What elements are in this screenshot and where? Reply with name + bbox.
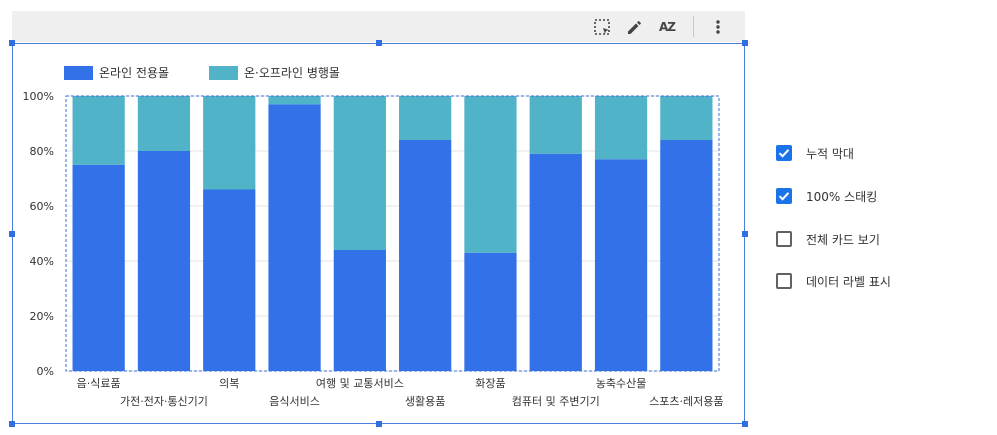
option-label: 100% 스태킹: [806, 189, 878, 204]
option-1[interactable]: 누적 막대: [776, 143, 854, 163]
option-2[interactable]: 100% 스태킹: [776, 186, 877, 206]
x-tick-label: 음식서비스: [269, 395, 320, 408]
bar-segment: [464, 252, 517, 371]
bar-segment: [594, 96, 648, 160]
bar-segment: [660, 140, 713, 371]
checkbox-checked-icon[interactable]: [776, 145, 792, 161]
bar-segment: [399, 96, 452, 140]
option-label: 누적 막대: [806, 146, 854, 161]
bar-segment: [594, 159, 648, 371]
bar-segment: [72, 164, 125, 371]
legend-label: 온라인 전용몰: [99, 66, 169, 80]
y-tick-label: 60%: [30, 200, 54, 213]
bar-segment: [529, 153, 582, 371]
legend-swatch: [209, 66, 238, 80]
bar-segment: [268, 104, 321, 371]
checkbox-checked-icon[interactable]: [776, 188, 792, 204]
checkbox-unchecked-icon[interactable]: [776, 231, 792, 247]
bar-segment: [399, 140, 452, 371]
bar-segment: [137, 151, 191, 371]
bar-segment: [464, 96, 517, 253]
option-label: 전체 카드 보기: [806, 232, 880, 247]
bar-segment: [660, 96, 713, 140]
y-tick-label: 80%: [30, 145, 54, 158]
bar-segment: [333, 96, 386, 250]
option-3[interactable]: 전체 카드 보기: [776, 229, 880, 249]
y-tick-label: 100%: [23, 90, 54, 103]
bar-segment: [203, 189, 256, 371]
option-label: 데이터 라벨 표시: [806, 274, 891, 289]
x-tick-label: 스포츠·레저용품: [649, 395, 723, 408]
stacked-bar-chart: 0% 20% 40% 60% 80% 100% 음·식료품가전·전자·통신기기 의복음식서비스…: [23, 65, 724, 408]
bar-segment: [333, 250, 386, 371]
y-tick-label: 0%: [37, 365, 54, 378]
y-tick-label: 40%: [30, 255, 54, 268]
legend-swatch: [64, 66, 93, 80]
x-tick-label: 여행 및 교통서비스: [316, 377, 404, 390]
x-tick-label: 의복: [219, 377, 239, 390]
x-tick-label: 농축수산물: [596, 377, 647, 390]
bar-segment: [203, 96, 256, 190]
x-tick-label: 가전·전자·통신기기: [120, 395, 208, 408]
bar-segment: [529, 96, 582, 154]
x-tick-label: 음·식료품: [77, 377, 121, 390]
bar-segment: [268, 96, 321, 105]
bar-segment: [72, 96, 125, 165]
x-tick-label: 컴퓨터 및 주변기기: [512, 395, 600, 408]
bar-segment: [137, 96, 191, 151]
legend-label: 온·오프라인 병행몰: [244, 65, 340, 80]
checkbox-unchecked-icon[interactable]: [776, 273, 792, 289]
option-4[interactable]: 데이터 라벨 표시: [776, 271, 891, 291]
y-tick-label: 20%: [30, 310, 54, 323]
x-tick-label: 생활용품: [405, 394, 445, 408]
x-tick-label: 화장품: [475, 377, 505, 390]
